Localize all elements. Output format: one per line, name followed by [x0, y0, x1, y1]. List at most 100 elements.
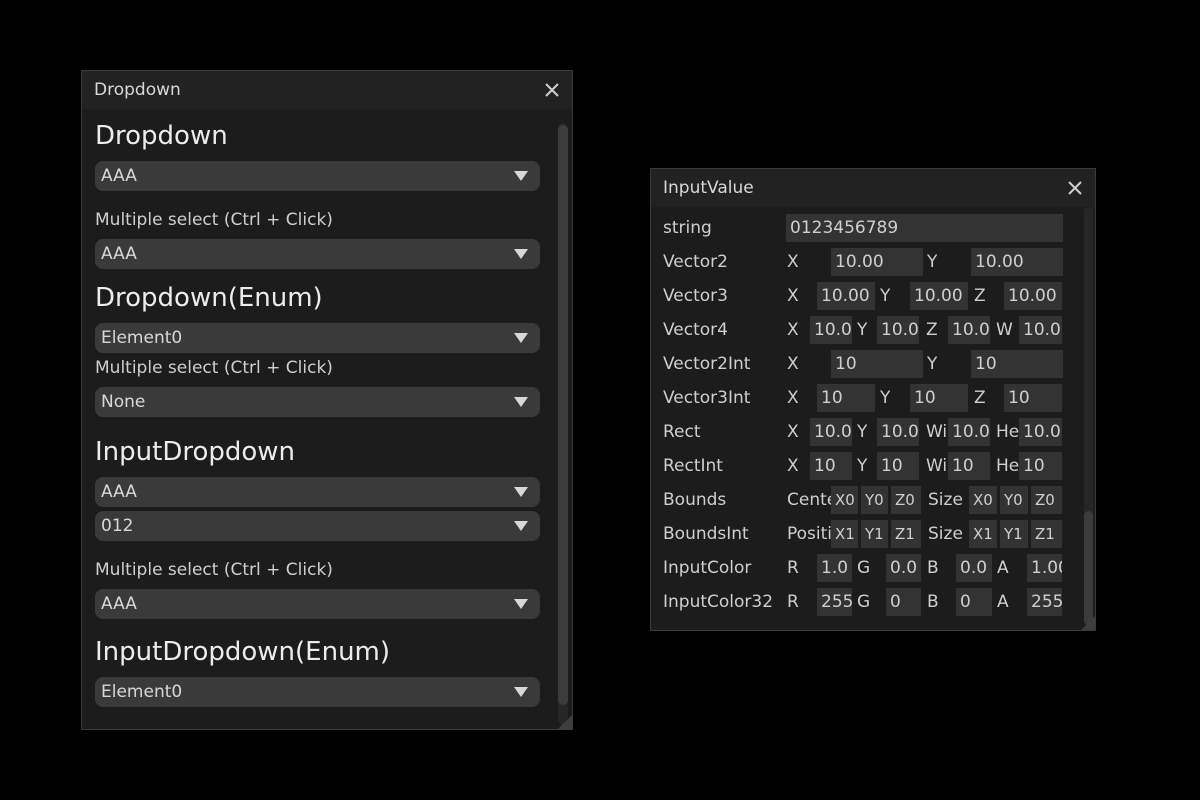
row-rect: Rect X 10.0 Y 10.0 Wi 10.0 He 10.0	[651, 415, 1095, 449]
boundsint-position-label: Positio	[787, 524, 831, 544]
rectint-x-input[interactable]: 10	[810, 452, 852, 480]
row-inputcolor32: InputColor32 R 255 G 0 B 0 A 255	[651, 585, 1095, 619]
dropdown-arrow-icon	[514, 687, 528, 697]
inputvalue-window-titlebar[interactable]: InputValue	[651, 169, 1095, 207]
vector3-z-input[interactable]: 10.00	[1004, 282, 1062, 310]
input-dropdown[interactable]: AAA	[95, 477, 540, 507]
close-icon[interactable]	[540, 78, 564, 102]
string-input[interactable]: 0123456789	[786, 214, 1063, 242]
vector2int-x-input[interactable]: 10	[831, 350, 923, 378]
inputcolor-g-input[interactable]: 0.0	[886, 554, 921, 582]
row-vector2: Vector2 X 10.00 Y 10.00	[651, 245, 1095, 279]
rect-width-label: Wi	[926, 422, 948, 442]
resize-handle[interactable]	[558, 715, 572, 729]
rect-x-input[interactable]: 10.0	[810, 418, 852, 446]
rectint-y-input[interactable]: 10	[877, 452, 919, 480]
resize-handle[interactable]	[1081, 616, 1095, 630]
close-icon[interactable]	[1063, 176, 1087, 200]
section-header-input-dropdown-enum: InputDropdown(Enum)	[95, 637, 391, 667]
enum-multiple-select-dropdown[interactable]: None	[95, 387, 540, 417]
vector2int-y-input[interactable]: 10	[971, 350, 1063, 378]
channel-label-g: G	[857, 592, 871, 612]
axis-label-z: Z	[974, 286, 986, 306]
dropdown-value: AAA	[101, 594, 137, 614]
dropdown-arrow-icon	[514, 521, 528, 531]
scrollbar-thumb[interactable]	[1084, 511, 1093, 625]
rect-height-input[interactable]: 10.0	[1019, 418, 1062, 446]
dropdown-window-titlebar[interactable]: Dropdown	[82, 71, 572, 109]
channel-label-r: R	[787, 558, 799, 578]
inputcolor-b-input[interactable]: 0.0	[956, 554, 992, 582]
multiple-select-label: Multiple select (Ctrl + Click)	[95, 560, 333, 580]
axis-label-y: Y	[927, 354, 938, 374]
rect-width-input[interactable]: 10.0	[948, 418, 990, 446]
boundsint-position-z-input[interactable]: Z1	[891, 520, 921, 548]
scrollbar-thumb[interactable]	[558, 125, 568, 705]
rectint-height-input[interactable]: 10	[1019, 452, 1062, 480]
rectint-height-label: He	[996, 456, 1019, 476]
inputcolor32-b-input[interactable]: 0	[956, 588, 992, 616]
inputcolor-r-input[interactable]: 1.0	[817, 554, 852, 582]
channel-label-r: R	[787, 592, 799, 612]
row-label: Rect	[663, 422, 701, 442]
input-multiple-select-dropdown[interactable]: AAA	[95, 589, 540, 619]
vector3int-z-input[interactable]: 10	[1004, 384, 1062, 412]
boundsint-size-y-input[interactable]: Y1	[1000, 520, 1028, 548]
bounds-center-x-input[interactable]: X0	[831, 486, 858, 514]
enum-dropdown[interactable]: Element0	[95, 323, 540, 353]
bounds-size-y-input[interactable]: Y0	[1000, 486, 1028, 514]
vector4-x-input[interactable]: 10.0	[810, 316, 852, 344]
dropdown-value: Element0	[101, 682, 183, 702]
boundsint-position-y-input[interactable]: Y1	[861, 520, 888, 548]
channel-label-a: A	[997, 592, 1009, 612]
vector3int-y-input[interactable]: 10	[910, 384, 968, 412]
rectint-width-input[interactable]: 10	[948, 452, 990, 480]
vector4-w-input[interactable]: 10.0	[1019, 316, 1062, 344]
boundsint-position-x-input[interactable]: X1	[831, 520, 858, 548]
axis-label-x: X	[787, 320, 799, 340]
boundsint-size-x-input[interactable]: X1	[969, 520, 997, 548]
row-label: RectInt	[663, 456, 723, 476]
bounds-center-z-input[interactable]: Z0	[891, 486, 921, 514]
vector4-z-input[interactable]: 10.0	[948, 316, 990, 344]
row-label: Vector4	[663, 320, 728, 340]
vector2-x-input[interactable]: 10.00	[831, 248, 923, 276]
channel-label-b: B	[927, 558, 939, 578]
inputcolor32-g-input[interactable]: 0	[886, 588, 921, 616]
dropdown-value: AAA	[101, 482, 137, 502]
bounds-size-label: Size	[928, 490, 963, 510]
bounds-size-x-input[interactable]: X0	[969, 486, 997, 514]
section-header-input-dropdown: InputDropdown	[95, 437, 296, 467]
axis-label-z: Z	[926, 320, 938, 340]
dropdown-select[interactable]: AAA	[95, 161, 540, 191]
inputcolor32-a-input[interactable]: 255	[1027, 588, 1062, 616]
row-label: string	[663, 218, 712, 238]
inputcolor-a-input[interactable]: 1.00	[1027, 554, 1062, 582]
axis-label-y: Y	[857, 422, 868, 442]
dropdown-arrow-icon	[514, 333, 528, 343]
boundsint-size-label: Size	[928, 524, 963, 544]
bounds-center-y-input[interactable]: Y0	[861, 486, 888, 514]
axis-label-z: Z	[974, 388, 986, 408]
vector4-y-input[interactable]: 10.0	[877, 316, 919, 344]
bounds-size-z-input[interactable]: Z0	[1031, 486, 1062, 514]
row-vector3: Vector3 X 10.00 Y 10.00 Z 10.00	[651, 279, 1095, 313]
vector3int-x-input[interactable]: 10	[817, 384, 875, 412]
multiple-select-label: Multiple select (Ctrl + Click)	[95, 210, 333, 230]
row-label: Vector2	[663, 252, 728, 272]
rect-y-input[interactable]: 10.0	[877, 418, 919, 446]
axis-label-x: X	[787, 422, 799, 442]
inputvalue-window: InputValue string 0123456789 Vector2 X 1…	[650, 168, 1096, 631]
axis-label-y: Y	[880, 388, 891, 408]
multiple-select-dropdown[interactable]: AAA	[95, 239, 540, 269]
vector3-x-input[interactable]: 10.00	[817, 282, 875, 310]
inputcolor32-r-input[interactable]: 255	[817, 588, 852, 616]
axis-label-y: Y	[857, 320, 868, 340]
input-dropdown-text[interactable]: 012	[95, 511, 540, 541]
input-enum-dropdown[interactable]: Element0	[95, 677, 540, 707]
row-vector4: Vector4 X 10.0 Y 10.0 Z 10.0 W 10.0	[651, 313, 1095, 347]
dropdown-value: AAA	[101, 166, 137, 186]
vector3-y-input[interactable]: 10.00	[910, 282, 968, 310]
boundsint-size-z-input[interactable]: Z1	[1031, 520, 1062, 548]
vector2-y-input[interactable]: 10.00	[971, 248, 1063, 276]
